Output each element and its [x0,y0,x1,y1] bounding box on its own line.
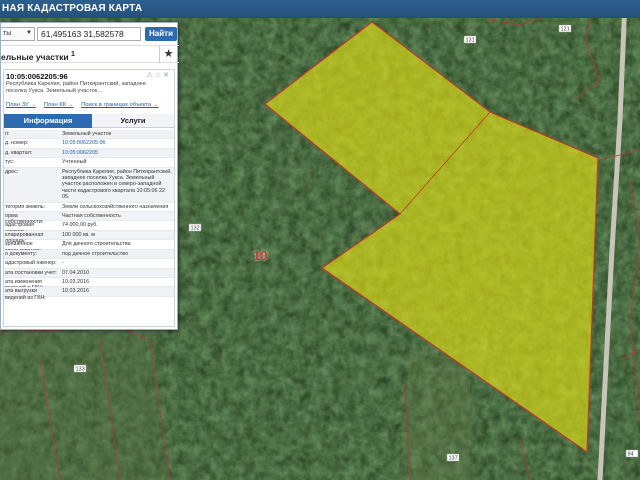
row-key: адастровый нженер: [5,260,57,267]
table-row: зрешенное спользование:Для дачного строи… [4,240,174,254]
close-icon[interactable]: ✕ [163,72,171,79]
plan-zu-link[interactable]: План ЗУ → [6,102,36,108]
row-value: 10.03.2016 [62,278,89,285]
row-value: - [62,260,64,267]
table-row: тус: Учтенный [4,158,174,168]
header-bar: НАЯ КАДАСТРОВАЯ КАРТА [0,0,640,18]
search-boundaries-link[interactable]: Поиск в границах объекта → [81,102,158,108]
table-row: д. номер: 10:05:0062205:96 [4,139,174,149]
parcel-address: Республика Карелия, район Питкярантский,… [6,81,146,94]
row-value[interactable]: 10:05:0062205:96 [60,139,174,147]
row-value[interactable]: 10:05:0062205 [60,149,174,157]
table-row: тегория земель: Земли сельскохозяйственно… [4,203,174,213]
row-value: 10.03.2016 [62,288,89,295]
map-label-5: 137 [449,456,458,462]
coordinates-input[interactable]: 61,495163 31,582578 [37,27,141,41]
row-value: под дачное строительство [62,250,129,257]
row-value: Частная собственность [62,213,121,220]
plan-kk-link[interactable]: План КК → [44,102,74,108]
row-value: 07.04.2010 [62,269,89,276]
table-row: д. квартал: 10:05:0062205 [4,148,174,159]
quarter-number: 10 [253,248,268,263]
row-value: Земельный участок [62,131,112,137]
parcel-id: 10:05:0062205:96 [6,72,68,81]
row-key: ата выгрузки ведений из ГКН: [5,288,46,301]
star-outline-icon[interactable]: ☆ [155,72,163,79]
chevron-down-icon: ▼ [26,30,32,36]
map-label-1: 131 [466,38,475,44]
find-button[interactable]: Найти [145,27,177,41]
map-label-6: 94 [628,452,634,458]
row-value: Земли сельскохозяйственного назначения [62,203,169,210]
row-value: Учтенный [62,159,87,166]
row-key: д. номер: [5,140,29,147]
search-type-select[interactable]: ты ▼ [1,27,35,41]
warning-icon[interactable]: ⚠ [147,72,155,79]
table-row: ата постановки учет: 07.04.2010 [4,268,174,278]
map-label-3: 132 [191,226,200,232]
table-row: о документу: под дачное строительство [4,249,174,260]
tab-info[interactable]: Информация [4,114,92,128]
table-row: ата изменения ведений в ГКН:10.03.2016 [4,278,174,291]
row-value: Для дачного строительства [62,241,131,248]
table-row: кларированная лощадь: 100 000 кв. м [4,230,174,244]
tab-services[interactable]: Услуги [92,114,174,128]
table-row: адастровый нженер: - [4,259,174,269]
parcel-card: 10:05:0062205:96 ⚠☆✕ Республика Карелия,… [3,69,175,327]
row-value: 100 000 кв. м [62,231,95,238]
row-key: тус: [5,159,15,166]
card-header: 10:05:0062205:96 ⚠☆✕ Республика Карелия,… [4,70,174,100]
attributes-table: п: Земельный участок д. номер: 10:05:006220… [4,130,174,301]
search-row: ты ▼ 61,495163 31,582578 Найти [1,25,179,43]
row-key: дрес: [5,168,19,175]
map-label-4: 133 [76,367,85,373]
table-row: дрес: Республика Карелия, район Питкярант… [4,167,174,203]
row-key: тегория земель: [5,203,46,210]
row-key: д. квартал: [5,149,33,156]
row-key: п: [5,131,10,137]
table-row: п: Земельный участок [4,130,174,140]
info-panel: ты ▼ 61,495163 31,582578 Найти ельные уч… [0,22,179,330]
search-type-label: ты [3,30,12,37]
map-label-2: 121 [561,27,570,33]
table-row: ата выгрузки ведений из ГКН: 10.03.2016 [4,287,174,301]
card-tabs: Информация Услуги [4,114,174,128]
app-title: НАЯ КАДАСТРОВАЯ КАРТА [2,3,143,14]
row-value: Республика Карелия, район Питкярантский,… [62,168,172,201]
row-value: 74 000,00 руб. [62,222,98,229]
section-header: ельные участки 1 ★ [1,45,179,63]
row-key: ата постановки учет: [5,269,57,276]
table-row: адастровая оимость:74 000,00 руб. [4,221,174,235]
section-title: ельные участки 1 [1,50,75,62]
star-icon[interactable]: ★ [159,46,177,63]
card-links: План ЗУ → План КК → Поиск в границах объ… [6,102,176,111]
table-row: орма собственности: Частная собственность [4,212,174,225]
row-key: о документу: [5,250,38,257]
